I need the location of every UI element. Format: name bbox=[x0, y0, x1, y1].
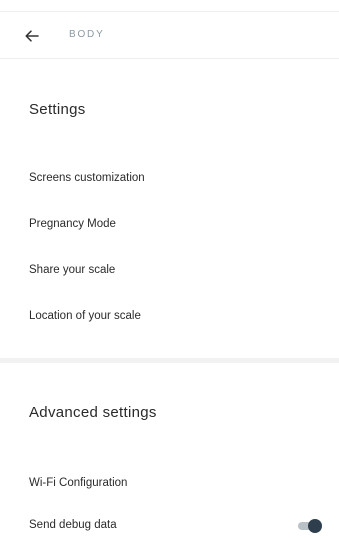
screens-customization-item[interactable]: Screens customization bbox=[29, 172, 145, 184]
arrow-left-icon bbox=[25, 30, 39, 42]
section-divider bbox=[0, 358, 339, 363]
toggle-thumb bbox=[308, 519, 322, 533]
share-scale-item[interactable]: Share your scale bbox=[29, 264, 115, 276]
app-header: BODY bbox=[0, 11, 339, 59]
pregnancy-mode-item[interactable]: Pregnancy Mode bbox=[29, 218, 116, 230]
status-area bbox=[0, 0, 339, 11]
advanced-settings-section-title: Advanced settings bbox=[29, 404, 157, 421]
back-button[interactable] bbox=[22, 26, 42, 46]
send-debug-data-toggle[interactable] bbox=[298, 519, 322, 533]
send-debug-data-item: Send debug data bbox=[29, 519, 117, 531]
header-title: BODY bbox=[69, 29, 105, 40]
scale-location-item[interactable]: Location of your scale bbox=[29, 310, 141, 322]
settings-section-title: Settings bbox=[29, 101, 86, 118]
wifi-configuration-item[interactable]: Wi-Fi Configuration bbox=[29, 477, 127, 489]
